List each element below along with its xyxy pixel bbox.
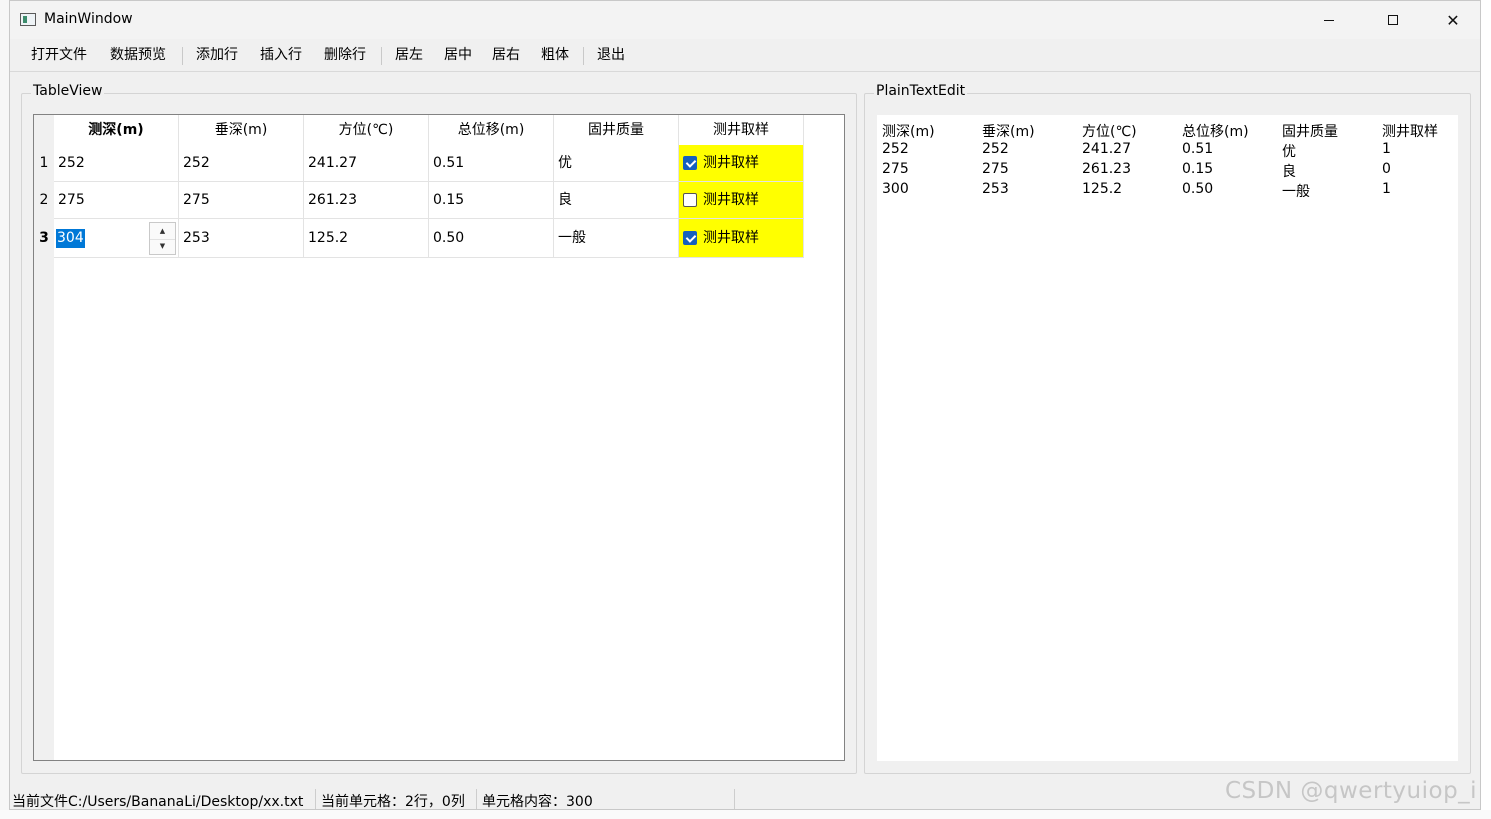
text-token: 261.23 (1082, 161, 1131, 177)
main-window: MainWindow ✕ 打开文件 数据预览 添加行 插入行 删除行 居左 居中… (9, 0, 1481, 810)
maximize-button[interactable] (1364, 1, 1422, 39)
text-token: 275 (982, 161, 1009, 177)
status-current-file: 当前文件C:/Users/BananaLi/Desktop/xx.txt (12, 794, 304, 810)
table-cell[interactable]: 0.15 (429, 182, 554, 219)
text-token: 垂深(m) (982, 124, 1035, 140)
spin-up-arrow-icon[interactable]: ▲ (150, 223, 175, 240)
text-token: 0 (1382, 161, 1391, 177)
align-right-button[interactable]: 居右 (492, 45, 520, 65)
tableview-group-title: TableView (31, 83, 105, 99)
table-cell[interactable]: 275 (54, 182, 179, 219)
table-cell[interactable]: 252 (179, 145, 304, 182)
text-token: 一般 (1282, 184, 1310, 200)
insert-row-button[interactable]: 插入行 (260, 45, 302, 65)
minimize-button[interactable] (1300, 1, 1358, 39)
sampling-checkbox[interactable] (683, 193, 697, 207)
table-cell[interactable]: 125.2 (304, 219, 429, 258)
sampling-checkbox-cell[interactable]: 测井取样 (679, 219, 804, 258)
text-token: 固井质量 (1282, 124, 1338, 140)
background-window-bottom (0, 810, 1491, 819)
text-token: 1 (1382, 141, 1391, 157)
text-token: 252 (982, 141, 1009, 157)
spinbox-value[interactable]: 304 (56, 229, 85, 248)
status-separator (476, 789, 477, 809)
text-token: 300 (882, 181, 909, 197)
toolbar-separator (182, 47, 183, 65)
text-token: 0.50 (1182, 181, 1214, 197)
table-cell[interactable]: 良 (554, 182, 679, 219)
add-row-button[interactable]: 添加行 (196, 45, 238, 65)
status-separator (315, 789, 316, 809)
row-header[interactable]: 1 (34, 145, 54, 182)
table-cell[interactable]: 一般 (554, 219, 679, 258)
plain-text-edit[interactable]: 测深(m) 垂深(m) 方位(℃) 总位移(m) 固井质量 测井取样 252 2… (877, 115, 1458, 761)
row-header[interactable]: 3 (34, 219, 54, 258)
close-icon: ✕ (1446, 10, 1460, 30)
open-file-button[interactable]: 打开文件 (31, 45, 87, 65)
toolbar: 打开文件 数据预览 添加行 插入行 删除行 居左 居中 居右 粗体 退出 (10, 39, 1480, 72)
toolbar-separator (381, 47, 382, 65)
preview-data-button[interactable]: 数据预览 (110, 45, 166, 65)
table-cell[interactable]: 241.27 (304, 145, 429, 182)
text-token: 方位(℃) (1082, 124, 1137, 140)
table-cell[interactable]: 0.50 (429, 219, 554, 258)
text-token: 0.15 (1182, 161, 1214, 177)
status-current-cell: 当前单元格：2行，0列 (321, 794, 465, 810)
sampling-checkbox-label: 测井取样 (703, 155, 759, 171)
delete-row-button[interactable]: 删除行 (324, 45, 366, 65)
sampling-checkbox-cell[interactable]: 测井取样 (679, 182, 804, 219)
text-token: 252 (882, 141, 909, 157)
column-header-azimuth[interactable]: 方位(℃) (304, 115, 429, 145)
spinbox-buttons: ▲ ▼ (149, 222, 176, 255)
text-token: 253 (982, 181, 1009, 197)
column-header-cement-quality[interactable]: 固井质量 (554, 115, 679, 145)
window-title: MainWindow (44, 11, 133, 27)
text-token: 125.2 (1082, 181, 1123, 197)
sampling-checkbox-label: 测井取样 (703, 192, 759, 208)
spin-down-arrow-icon[interactable]: ▼ (150, 239, 175, 255)
text-token: 测深(m) (882, 124, 935, 140)
status-separator (734, 789, 735, 809)
column-header-depth[interactable]: 测深(m) (54, 115, 179, 145)
exit-button[interactable]: 退出 (597, 45, 625, 65)
text-token: 241.27 (1082, 141, 1131, 157)
sampling-checkbox[interactable] (683, 156, 697, 170)
title-bar[interactable]: MainWindow ✕ (10, 1, 1480, 39)
text-token: 0.51 (1182, 141, 1214, 157)
minimize-icon (1324, 19, 1334, 21)
table-cell[interactable]: 优 (554, 145, 679, 182)
text-token: 1 (1382, 181, 1391, 197)
text-token: 良 (1282, 164, 1296, 180)
maximize-icon (1388, 15, 1398, 25)
status-cell-content: 单元格内容：300 (482, 794, 593, 810)
align-center-button[interactable]: 居中 (444, 45, 472, 65)
bold-button[interactable]: 粗体 (541, 45, 569, 65)
text-token: 总位移(m) (1182, 124, 1249, 140)
app-icon (20, 13, 36, 26)
text-token: 275 (882, 161, 909, 177)
table-cell[interactable]: 0.51 (429, 145, 554, 182)
row-header[interactable]: 2 (34, 182, 54, 219)
table-view[interactable]: 测深(m) 垂深(m) 方位(℃) 总位移(m) 固井质量 测井取样 1 252… (33, 114, 845, 761)
text-token: 优 (1282, 144, 1296, 160)
toolbar-separator (583, 47, 584, 65)
table-cell[interactable]: 253 (179, 219, 304, 258)
sampling-checkbox-label: 测井取样 (703, 230, 759, 246)
table-corner-button[interactable] (34, 115, 54, 145)
spinbox-editor[interactable]: 304 ▲ ▼ (54, 219, 179, 258)
column-header-log-sampling[interactable]: 测井取样 (679, 115, 804, 145)
table-cell[interactable]: 252 (54, 145, 179, 182)
column-header-vertical-depth[interactable]: 垂深(m) (179, 115, 304, 145)
table-cell[interactable]: 261.23 (304, 182, 429, 219)
text-token: 测井取样 (1382, 124, 1438, 140)
watermark: CSDN @qwertyuiop_i (1225, 778, 1478, 804)
plaintext-group-title: PlainTextEdit (874, 83, 968, 99)
sampling-checkbox[interactable] (683, 231, 697, 245)
table-cell[interactable]: 275 (179, 182, 304, 219)
sampling-checkbox-cell[interactable]: 测井取样 (679, 145, 804, 182)
align-left-button[interactable]: 居左 (395, 45, 423, 65)
column-header-displacement[interactable]: 总位移(m) (429, 115, 554, 145)
close-button[interactable]: ✕ (1424, 1, 1482, 39)
